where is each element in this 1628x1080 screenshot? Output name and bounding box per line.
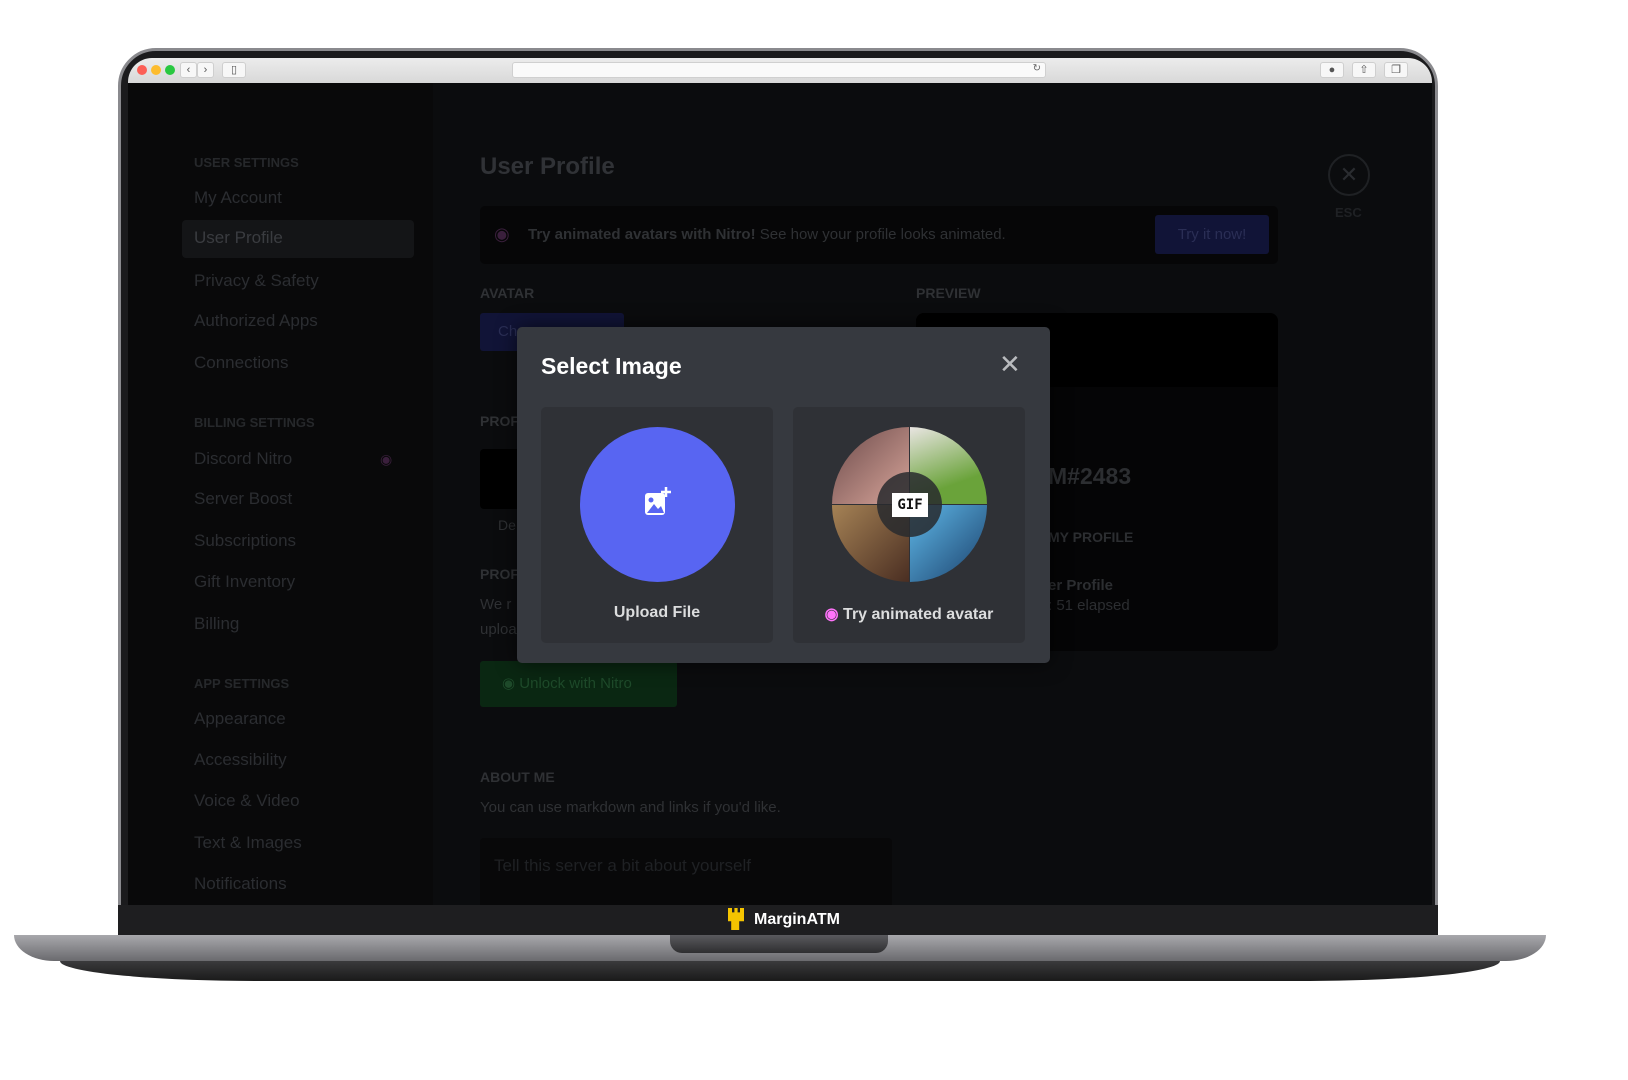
marginatm-logo-icon [728,908,744,930]
nitro-icon: ◉ [380,451,393,467]
maximize-window-button[interactable] [165,65,175,75]
try-animated-avatar-label: Try animated avatar [843,606,994,623]
download-icon[interactable]: ● [1320,62,1344,78]
sidebar-item-server-boost[interactable]: Server Boost [194,489,292,509]
esc-label: ESC [1335,205,1362,220]
share-icon[interactable]: ⇧ [1352,62,1376,78]
profile-color-label: PROF [480,413,519,429]
sidebar-item-notifications[interactable]: Notifications [194,874,287,894]
sidebar-item-subscriptions[interactable]: Subscriptions [194,531,296,551]
upload-file-option[interactable]: Upload File [541,407,773,643]
sidebar-item-privacy-safety[interactable]: Privacy & Safety [194,271,319,291]
upload-file-label: Upload File [613,604,701,621]
try-animated-avatar-option[interactable]: GIF ◉ Try animated avatar [793,407,1025,643]
nitro-banner: ◉ Try animated avatars with Nitro! See h… [480,206,1278,264]
sidebar-item-accessibility[interactable]: Accessibility [194,750,287,770]
reload-icon[interactable]: ↻ [1033,63,1041,74]
page-title: User Profile [480,153,615,180]
nitro-icon: ◉ [502,675,520,692]
profile-banner-text-1: We r [480,596,512,613]
upload-circle [580,427,735,582]
select-image-modal: Select Image ✕ Upload File GIF ◉ Try ani… [517,327,1050,663]
gif-badge: GIF [892,493,928,517]
sidebar-toggle-icon[interactable]: ▯ [222,62,246,78]
about-me-label: ABOUT ME [480,769,555,785]
nitro-icon: ◉ [494,224,510,244]
about-me-hint: You can use markdown and links if you'd … [480,799,781,816]
section-app-settings: APP SETTINGS [194,676,290,691]
gif-collage-image: GIF [832,427,987,582]
address-bar[interactable]: ↻ [512,62,1046,78]
profile-banner-text-2: uploa [480,621,517,638]
sidebar-item-authorized-apps[interactable]: Authorized Apps [194,311,318,331]
banner-bold-text: Try animated avatars with Nitro! [528,226,756,243]
close-icon[interactable]: ✕ [999,349,1021,380]
sidebar-item-voice-video[interactable]: Voice & Video [194,791,300,811]
default-label: De [498,517,516,533]
tabs-icon[interactable]: ❐ [1384,62,1408,78]
sidebar-item-user-profile[interactable]: User Profile [182,220,414,258]
preview-username-tag: M#2483 [1048,463,1132,489]
sidebar-item-my-account[interactable]: My Account [194,188,282,208]
sidebar-item-text-images[interactable]: Text & Images [194,833,302,853]
settings-sidebar: USER SETTINGS My Account User Profile Pr… [128,83,433,905]
sidebar-item-appearance[interactable]: Appearance [194,709,286,729]
add-image-icon [645,487,671,515]
section-billing-settings: BILLING SETTINGS [194,415,315,430]
close-settings-button[interactable]: ✕ [1328,154,1370,196]
app-screen: USER SETTINGS My Account User Profile Pr… [128,83,1432,905]
back-button[interactable]: ‹ [180,62,197,78]
modal-title: Select Image [541,353,682,379]
sidebar-item-billing[interactable]: Billing [194,614,239,634]
brand-name: MarginATM [754,911,840,928]
profile-banner-label: PROF [480,566,519,582]
minimize-window-button[interactable] [151,65,161,75]
unlock-label: Unlock with Nitro [519,675,632,692]
unlock-with-nitro-button[interactable]: ◉ Unlock with Nitro [480,661,677,707]
nitro-icon: ◉ [824,606,844,623]
forward-button[interactable]: › [197,62,214,78]
avatar-label: AVATAR [480,285,535,301]
try-it-now-button[interactable]: Try it now! [1155,215,1269,254]
preview-label: PREVIEW [916,285,981,301]
preview-elapsed: : 51 elapsed [1048,597,1130,614]
about-me-input[interactable]: Tell this server a bit about yourself [480,838,892,905]
laptop-notch [670,935,888,953]
close-window-button[interactable] [137,65,147,75]
sidebar-item-connections[interactable]: Connections [194,353,289,373]
sidebar-item-discord-nitro[interactable]: Discord Nitro [194,449,292,469]
sidebar-item-gift-inventory[interactable]: Gift Inventory [194,572,295,592]
banner-text: See how your profile looks animated. [759,226,1006,243]
laptop-base-shadow [60,961,1500,981]
section-user-settings: USER SETTINGS [194,155,299,170]
preview-activity: er Profile [1048,577,1114,594]
preview-section-label: MY PROFILE [1048,529,1134,545]
bottom-bar: MarginATM [118,905,1438,935]
